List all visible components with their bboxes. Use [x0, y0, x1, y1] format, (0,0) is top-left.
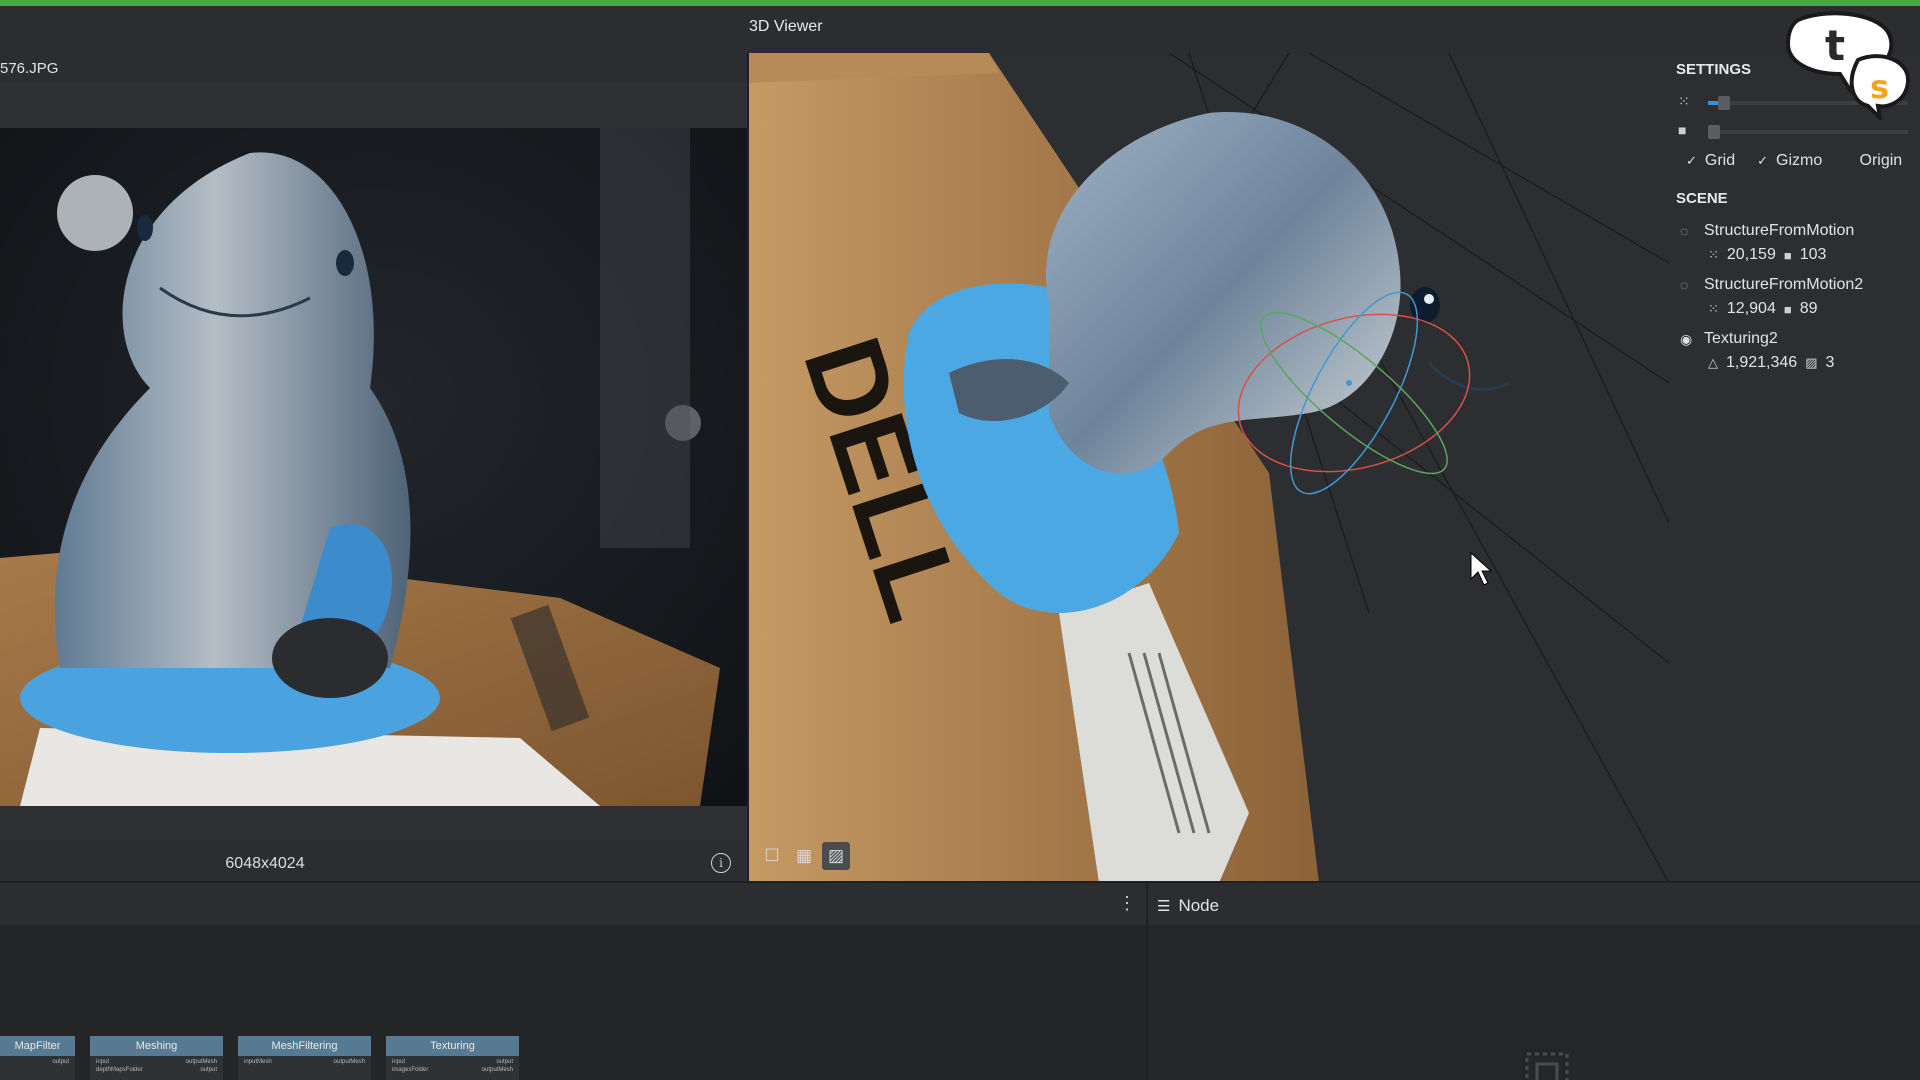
camera-icon: ■	[1783, 301, 1792, 317]
camera-icon: ■	[1678, 122, 1687, 138]
check-icon: ✓	[1686, 153, 1697, 168]
eye-hidden-icon[interactable]: ◌	[1680, 223, 1704, 239]
slider-handle[interactable]	[1708, 125, 1720, 139]
point-count: 20,159	[1726, 246, 1776, 263]
slider-handle[interactable]	[1718, 96, 1730, 110]
points-icon: ⁙	[1708, 301, 1719, 316]
image-filename: 576.JPG	[0, 60, 59, 77]
toggle-gizmo[interactable]: ✓ Gizmo	[1757, 152, 1822, 170]
camera-count: 103	[1799, 246, 1827, 263]
grid-icon[interactable]: ▦	[790, 842, 818, 870]
graph-node-meshing[interactable]: Meshing input depthMapsFolder outputMesh …	[90, 1036, 223, 1080]
sliders-icon: ☰	[1157, 898, 1171, 915]
node-label: MapFilter	[0, 1036, 75, 1056]
viewer-title: 3D Viewer	[749, 18, 823, 35]
image-resolution: 6048x4024	[225, 855, 305, 872]
channel-logo: t s	[1785, 11, 1911, 120]
node-panel-title: ☰ Node	[1157, 896, 1220, 915]
scene-item-name: StructureFromMotion	[1704, 222, 1855, 239]
toggle-origin[interactable]: Origin	[1844, 152, 1903, 170]
triangle-icon: △	[1708, 355, 1718, 370]
node-port[interactable]: inputMesh	[244, 1059, 272, 1065]
texture-count: 3	[1825, 354, 1835, 371]
graph-node-mapfilter[interactable]: MapFilter output	[0, 1036, 75, 1080]
eye-visible-icon[interactable]: ◉	[1680, 331, 1704, 348]
graph-node-texturing[interactable]: Texturing input imagesFolder output outpu…	[386, 1036, 519, 1080]
scene-heading: SCENE	[1676, 190, 1728, 207]
toggle-grid[interactable]: ✓ Grid	[1686, 152, 1735, 170]
node-port[interactable]: outputMesh	[334, 1058, 365, 1066]
eye-hidden-icon[interactable]: ◌	[1680, 277, 1704, 293]
node-port[interactable]: outputMesh output	[186, 1058, 217, 1074]
display-toggles: ✓ Grid ✓ Gizmo Origin	[1686, 152, 1902, 170]
camera-icon: ■	[1783, 247, 1792, 263]
texture-icon: ▨	[1805, 355, 1818, 370]
info-icon[interactable]: i	[711, 853, 731, 873]
node-port[interactable]: input depthMapsFolder	[96, 1059, 143, 1073]
logo-letter-s: s	[1870, 68, 1889, 106]
scene-item-name: Texturing2	[1704, 330, 1778, 347]
unchecked-icon	[1844, 153, 1851, 168]
scene-item-name: StructureFromMotion2	[1704, 276, 1864, 293]
scene-item[interactable]: ◌ StructureFromMotion ⁙ 20,159 ■ 103	[1680, 222, 1910, 264]
slider-fill	[1708, 101, 1718, 105]
source-photo[interactable]	[0, 128, 747, 806]
camera-count: 89	[1799, 300, 1818, 317]
point-count: 12,904	[1726, 300, 1776, 317]
node-label: Texturing	[386, 1036, 519, 1056]
header-strip	[0, 6, 1920, 53]
node-panel-header	[1148, 883, 1920, 925]
points-icon: ⁙	[1708, 247, 1719, 262]
logo-letter-t: t	[1825, 21, 1845, 70]
empty-node-icon	[1525, 1052, 1569, 1080]
points-icon: ⁙	[1678, 93, 1690, 109]
camera-size-slider[interactable]: ■	[1678, 122, 1918, 142]
settings-heading: SETTINGS	[1676, 61, 1752, 78]
graph-editor-header	[0, 883, 1146, 925]
texture-hatch-icon[interactable]: ▨	[822, 842, 850, 870]
more-vertical-icon[interactable]: ⋮	[1118, 893, 1136, 914]
check-icon: ✓	[1757, 153, 1769, 168]
node-port[interactable]: output outputMesh	[482, 1058, 513, 1074]
scene-item[interactable]: ◌ StructureFromMotion2 ⁙ 12,904 ■ 89	[1680, 276, 1910, 318]
graph-node-meshfiltering[interactable]: MeshFiltering inputMesh outputMesh	[238, 1036, 371, 1080]
3d-viewport[interactable]: DELL	[749, 53, 1669, 883]
scene-item[interactable]: ◉ Texturing2 △ 1,921,346 ▨ 3	[1680, 330, 1910, 372]
slider-track[interactable]	[1708, 125, 1908, 139]
node-port[interactable]: input imagesFolder	[392, 1059, 428, 1073]
viewer-side-panel	[1669, 53, 1920, 883]
viewer-toolbar: ☐ ▦ ▨	[758, 842, 850, 872]
node-label: Meshing	[90, 1036, 223, 1056]
triangle-count: 1,921,346	[1726, 354, 1798, 371]
node-port[interactable]: output	[52, 1058, 69, 1066]
node-label: MeshFiltering	[238, 1036, 371, 1056]
square-icon[interactable]: ☐	[758, 842, 786, 870]
image-viewer-title-bar	[0, 53, 747, 83]
